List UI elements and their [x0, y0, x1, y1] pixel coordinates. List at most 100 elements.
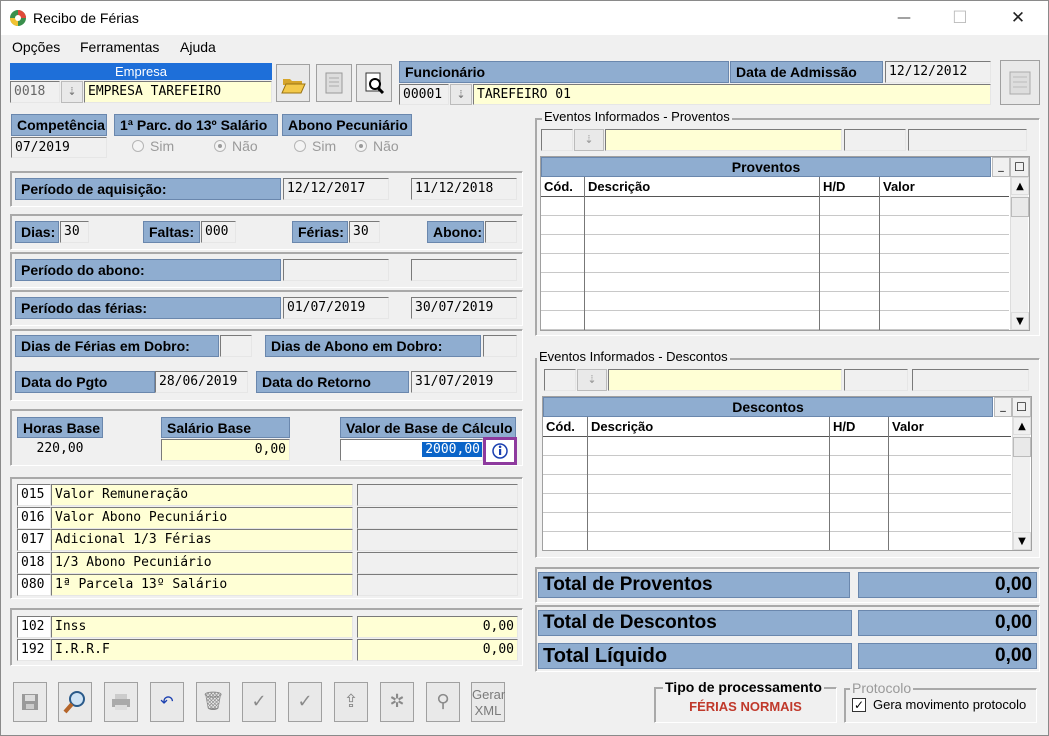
proventos-grid-minimize-icon[interactable]: _ — [992, 157, 1010, 177]
magnifier-icon — [63, 691, 85, 714]
descontos-grid-lines — [543, 417, 1011, 550]
parc13-sim-radio[interactable]: Sim — [132, 138, 174, 154]
menu-opcoes[interactable]: Opções — [12, 39, 60, 55]
parc13-nao-radio[interactable]: Não — [214, 138, 258, 154]
empresa-name-field[interactable]: EMPRESA TAREFEIRO — [84, 81, 272, 103]
scroll-down-icon[interactable]: ▼ — [1011, 312, 1029, 330]
recibo-ferias-window: Recibo de Férias — ☐ ✕ Opções Ferramenta… — [0, 0, 1049, 736]
ferias-dobro-header: Dias de Férias em Dobro: — [15, 335, 219, 357]
scroll-up-icon[interactable]: ▲ — [1011, 177, 1029, 195]
salario-base-header: Salário Base — [161, 417, 290, 438]
calculate-disabled-button[interactable] — [1000, 60, 1040, 105]
salario-base-field[interactable]: 0,00 — [161, 439, 290, 461]
desconto-fixo-code: 192 — [17, 638, 51, 661]
abono-dobro-header: Dias de Abono em Dobro: — [265, 335, 481, 357]
desconto-lookup-button[interactable]: ⇣ — [577, 369, 607, 391]
menu-ferramentas[interactable]: Ferramentas — [80, 39, 159, 55]
evento-code: 018 — [17, 551, 51, 574]
settings-button[interactable]: ✲ — [380, 682, 414, 722]
faltas-header: Faltas: — [143, 221, 200, 243]
horas-base-field[interactable]: 220,00 — [17, 439, 103, 461]
data-retorno-header: Data do Retorno — [256, 371, 409, 393]
funcionario-lookup-button[interactable]: ⇣ — [450, 84, 472, 105]
maximize-button[interactable]: ☐ — [937, 1, 983, 35]
periodo-abono-end-field[interactable] — [411, 259, 517, 281]
funcionario-header: Funcionário — [399, 61, 729, 83]
ferias-dobro-field[interactable] — [220, 335, 252, 357]
desconto-valor-input[interactable] — [912, 369, 1029, 391]
desconto-code-input[interactable] — [544, 369, 576, 391]
undo-button[interactable]: ↶ — [150, 682, 184, 722]
competencia-field[interactable]: 07/2019 — [11, 137, 107, 158]
abono-nao-label: Não — [373, 138, 399, 154]
parc13-sim-label: Sim — [150, 138, 175, 154]
admissao-field[interactable]: 12/12/2012 — [885, 61, 991, 83]
horas-base-header: Horas Base — [17, 417, 103, 438]
base-calculo-header: Valor de Base de Cálculo — [340, 417, 516, 438]
empresa-code-field[interactable]: 0018 — [10, 81, 60, 103]
funcionario-name-field[interactable]: TAREFEIRO 01 — [473, 84, 991, 105]
desconto-desc-input[interactable] — [608, 369, 842, 391]
periodo-ferias-end-field[interactable]: 30/07/2019 — [411, 297, 517, 319]
data-pgto-field[interactable]: 28/06/2019 — [155, 371, 248, 393]
evento-desc: Adicional 1/3 Férias — [51, 529, 353, 552]
ferias-header: Férias: — [292, 221, 348, 243]
abono-dias-field[interactable] — [485, 221, 517, 243]
gerar-xml-button[interactable]: Gerar XML — [471, 682, 505, 722]
report-disabled-button[interactable] — [316, 64, 352, 102]
base-calculo-field[interactable]: 2000,00 — [340, 439, 483, 461]
scroll-down-icon[interactable]: ▼ — [1013, 532, 1031, 550]
desconto-hd-input[interactable] — [844, 369, 908, 391]
title-bar: Recibo de Férias — ☐ ✕ — [1, 1, 1048, 35]
abono-dobro-field[interactable] — [483, 335, 517, 357]
faltas-field[interactable]: 000 — [201, 221, 236, 243]
app-icon — [9, 9, 27, 27]
user-search-button[interactable]: ⚲ — [426, 682, 460, 722]
export-button[interactable]: ⇪ — [334, 682, 368, 722]
confirm-all-button[interactable]: ✓ — [288, 682, 322, 722]
close-button[interactable]: ✕ — [995, 1, 1041, 35]
provento-code-input[interactable] — [541, 129, 573, 151]
proventos-scrollbar[interactable]: ▲ ▼ — [1010, 177, 1029, 330]
dias-field[interactable]: 30 — [60, 221, 89, 243]
descontos-grid-restore-icon[interactable]: ☐ — [1012, 397, 1031, 417]
scroll-up-icon[interactable]: ▲ — [1013, 417, 1031, 435]
radio-circle-icon — [132, 140, 144, 152]
provento-desc-input[interactable] — [605, 129, 842, 151]
checkmark-icon: ✓ — [853, 698, 865, 712]
scroll-thumb[interactable] — [1011, 197, 1029, 217]
aquisicao-end-field[interactable]: 11/12/2018 — [411, 178, 517, 200]
search-document-button[interactable] — [356, 64, 392, 102]
folder-open-icon — [281, 79, 306, 94]
scroll-thumb[interactable] — [1013, 437, 1031, 457]
provento-valor-input[interactable] — [908, 129, 1027, 151]
descontos-grid-minimize-icon[interactable]: _ — [994, 397, 1012, 417]
minimize-button[interactable]: — — [881, 1, 927, 35]
open-folder-button[interactable] — [276, 64, 310, 102]
proventos-grid-restore-icon[interactable]: ☐ — [1010, 157, 1029, 177]
base-calculo-info-button[interactable] — [483, 437, 517, 465]
confirm-button[interactable]: ✓ — [242, 682, 276, 722]
descontos-col-valor: Valor — [892, 419, 924, 434]
funcionario-code-field[interactable]: 00001 — [399, 84, 449, 105]
ferias-field[interactable]: 30 — [349, 221, 380, 243]
evento-row: 018 1/3 Abono Pecuniário — [17, 551, 519, 574]
abono-sim-radio[interactable]: Sim — [294, 138, 336, 154]
descontos-scrollbar[interactable]: ▲ ▼ — [1012, 417, 1031, 550]
provento-lookup-button[interactable]: ⇣ — [574, 129, 604, 151]
protocolo-checkbox[interactable]: ✓ — [852, 698, 866, 712]
provento-hd-input[interactable] — [844, 129, 906, 151]
menu-ajuda[interactable]: Ajuda — [180, 39, 216, 55]
periodo-ferias-header: Período das férias: — [15, 297, 281, 319]
periodo-abono-start-field[interactable] — [283, 259, 389, 281]
periodo-ferias-start-field[interactable]: 01/07/2019 — [283, 297, 389, 319]
aquisicao-start-field[interactable]: 12/12/2017 — [283, 178, 389, 200]
search-button[interactable] — [58, 682, 92, 722]
empresa-lookup-button[interactable]: ⇣ — [61, 81, 83, 103]
print-button[interactable] — [104, 682, 138, 722]
data-retorno-field[interactable]: 31/07/2019 — [411, 371, 517, 393]
save-button[interactable] — [13, 682, 47, 722]
delete-button[interactable]: 🗑 — [196, 682, 230, 722]
abono-nao-radio[interactable]: Não — [355, 138, 399, 154]
checkmark-icon: ✓ — [251, 691, 267, 712]
